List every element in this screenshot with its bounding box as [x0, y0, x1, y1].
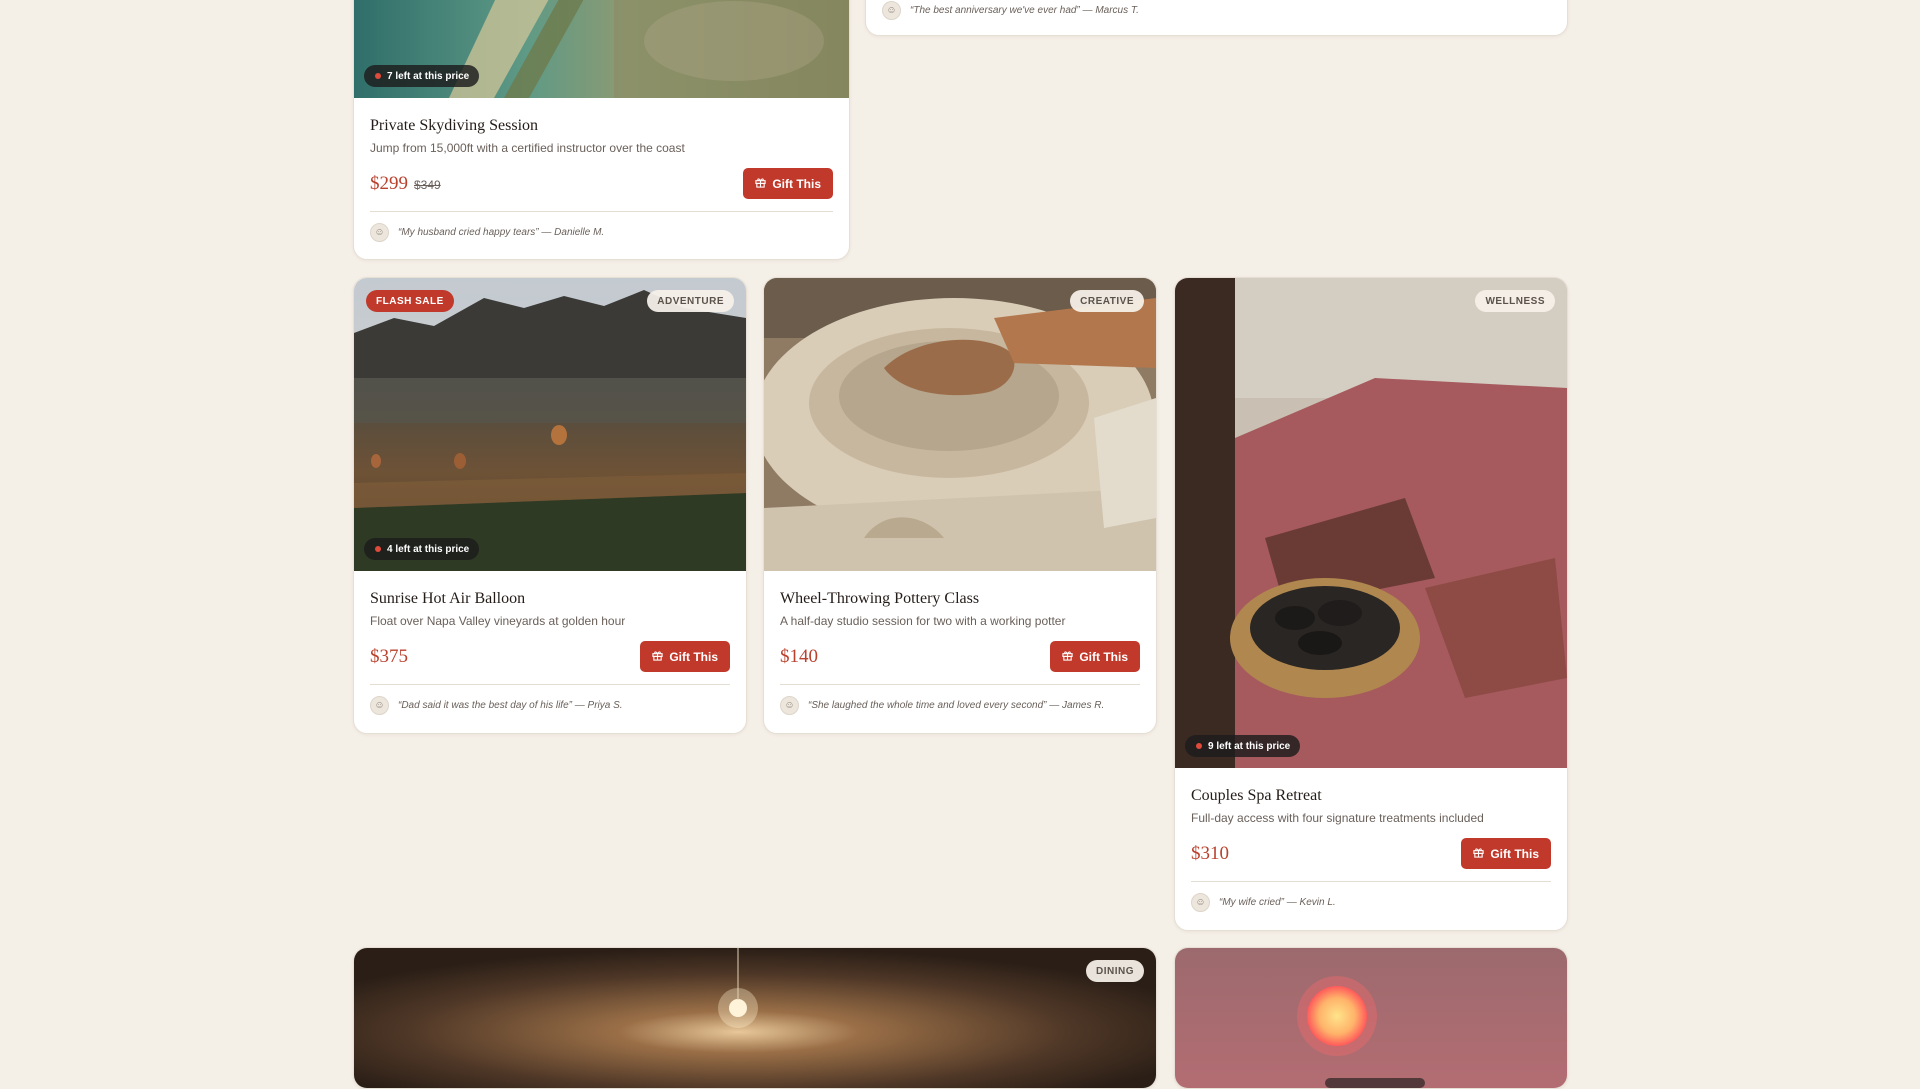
card-sunset[interactable]: [1174, 947, 1568, 1089]
dot-icon: [375, 73, 381, 79]
stock-badge: 9 left at this price: [1185, 735, 1301, 757]
flash-sale-badge: FLASH SALE: [366, 290, 454, 312]
sunset-image-graphic: [1175, 948, 1567, 1088]
price: $310: [1191, 842, 1229, 864]
card-title: Wheel-Throwing Pottery Class: [780, 590, 980, 607]
gift-icon: [1473, 847, 1484, 861]
price: $299: [370, 172, 408, 194]
price: $375: [370, 645, 408, 667]
card-description: A half-day studio session for two with a…: [780, 614, 1066, 628]
cave-image: DINING: [354, 948, 1156, 1088]
pottery-image: CREATIVE: [764, 278, 1156, 571]
pottery-wheel-image: [764, 278, 1156, 571]
dot-icon: [1196, 743, 1202, 749]
user-icon: ☺: [780, 695, 799, 715]
gift-button-label: Gift This: [772, 176, 821, 191]
skydiving-image: 7 left at this price: [354, 0, 849, 98]
massage-table-image: [1175, 278, 1567, 768]
testimonial-quote: “My wife cried” — Kevin L.: [1219, 896, 1336, 908]
testimonial: ☺ “She laughed the whole time and loved …: [780, 685, 1140, 725]
gift-this-button[interactable]: Gift This: [640, 641, 730, 672]
category-badge: DINING: [1086, 960, 1144, 982]
user-icon: ☺: [882, 0, 901, 20]
sunset-image: [1175, 948, 1567, 1088]
gift-button-label: Gift This: [1079, 649, 1128, 664]
testimonial: ☺ “Dad said it was the best day of his l…: [370, 685, 730, 725]
stock-badge: 4 left at this price: [364, 538, 480, 560]
stock-badge: 7 left at this price: [364, 65, 480, 87]
price-group: $299 $349: [370, 173, 441, 195]
price: $140: [780, 645, 818, 667]
testimonial: ☺ “The best anniversary we've ever had” …: [882, 0, 1551, 20]
balloon-image: FLASH SALE ADVENTURE 4 left at this pric…: [354, 278, 746, 571]
user-icon: ☺: [370, 695, 389, 715]
card-pottery-class[interactable]: CREATIVE Wheel-Throwing Pottery Class A …: [763, 277, 1157, 734]
gift-button-label: Gift This: [669, 649, 718, 664]
testimonial-quote: “Dad said it was the best day of his lif…: [398, 699, 623, 711]
gift-this-button[interactable]: Gift This: [743, 168, 833, 199]
spa-image: WELLNESS 9 left at this price: [1175, 278, 1567, 768]
gift-icon: [652, 650, 663, 664]
category-badge: CREATIVE: [1070, 290, 1144, 312]
category-badge: ADVENTURE: [647, 290, 734, 312]
card-skydiving[interactable]: 7 left at this price Private Skydiving S…: [353, 0, 850, 260]
gift-icon: [755, 177, 766, 191]
stock-label: 7 left at this price: [387, 70, 470, 82]
card-description: Full-day access with four signature trea…: [1191, 811, 1484, 825]
card-description: Jump from 15,000ft with a certified inst…: [370, 141, 685, 155]
gift-this-button[interactable]: Gift This: [1050, 641, 1140, 672]
testimonial: ☺ “My wife cried” — Kevin L.: [1191, 882, 1551, 922]
card-anniversary[interactable]: ☺ “The best anniversary we've ever had” …: [865, 0, 1568, 36]
dot-icon: [375, 546, 381, 552]
stock-label: 9 left at this price: [1208, 740, 1291, 752]
gift-button-label: Gift This: [1490, 846, 1539, 861]
card-title: Couples Spa Retreat: [1191, 787, 1322, 804]
card-wine-cave[interactable]: DINING: [353, 947, 1157, 1089]
card-spa-retreat[interactable]: WELLNESS 9 left at this price Couples Sp…: [1174, 277, 1568, 931]
testimonial-quote: “My husband cried happy tears” — Daniell…: [398, 226, 605, 238]
user-icon: ☺: [1191, 892, 1210, 912]
user-icon: ☺: [370, 222, 389, 242]
card-title: Private Skydiving Session: [370, 117, 539, 134]
card-title: Sunrise Hot Air Balloon: [370, 590, 526, 607]
gift-this-button[interactable]: Gift This: [1461, 838, 1551, 869]
valley-balloons-image: [354, 278, 746, 571]
testimonial-quote: “The best anniversary we've ever had” — …: [910, 4, 1139, 16]
gift-icon: [1062, 650, 1073, 664]
card-description: Float over Napa Valley vineyards at gold…: [370, 614, 626, 628]
stock-label: 4 left at this price: [387, 543, 470, 555]
testimonial-quote: “She laughed the whole time and loved ev…: [808, 699, 1105, 711]
testimonial: ☺ “My husband cried happy tears” — Danie…: [370, 212, 833, 252]
cave-tunnel-image: [354, 948, 1156, 1088]
category-badge: WELLNESS: [1475, 290, 1555, 312]
card-hot-air-balloon[interactable]: FLASH SALE ADVENTURE 4 left at this pric…: [353, 277, 747, 734]
original-price: $349: [414, 177, 441, 192]
